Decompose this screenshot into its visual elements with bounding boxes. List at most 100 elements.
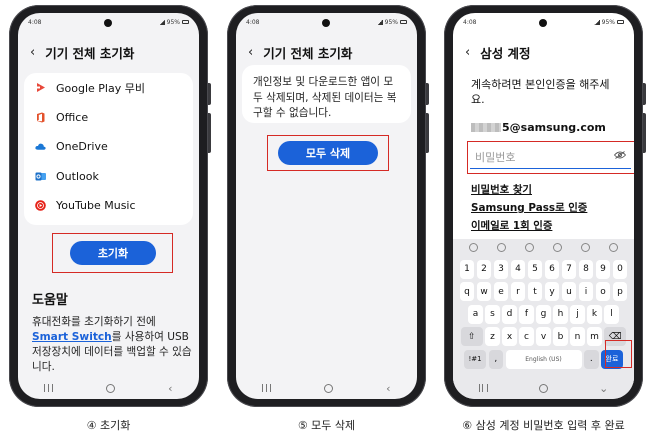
key[interactable]: 5 xyxy=(527,259,543,279)
more-icon[interactable] xyxy=(609,243,619,252)
navigation-bar: ⌄ xyxy=(453,377,634,399)
email-otp-link[interactable]: 이메일로 1회 인증 xyxy=(471,217,552,232)
key[interactable]: e xyxy=(493,282,509,301)
search-icon[interactable] xyxy=(553,243,563,252)
symbols-key[interactable]: !#1 xyxy=(464,349,486,369)
verify-prompt: 계속하려면 본인인증을 해주세요. xyxy=(471,78,610,106)
key[interactable]: z xyxy=(485,327,500,346)
key[interactable]: q xyxy=(459,282,475,301)
home-icon[interactable] xyxy=(538,383,548,393)
key[interactable]: s xyxy=(485,304,500,324)
key[interactable]: i xyxy=(578,282,594,301)
key[interactable]: 3 xyxy=(493,259,509,279)
key[interactable]: w xyxy=(476,282,492,301)
comma-key[interactable]: , xyxy=(488,349,503,369)
camera-hole xyxy=(322,19,330,27)
translate-icon[interactable] xyxy=(581,243,591,252)
recent-apps-icon[interactable] xyxy=(44,384,54,392)
home-icon[interactable] xyxy=(324,383,334,393)
key[interactable]: 4 xyxy=(510,259,526,279)
keyboard-toolbar xyxy=(453,239,634,256)
shift-key[interactable]: ⇧ xyxy=(460,327,483,346)
app-label: Outlook xyxy=(56,169,99,183)
camera-hole xyxy=(104,19,112,27)
header: ‹ 기기 전체 초기화 xyxy=(30,43,189,62)
period-key[interactable]: . xyxy=(584,349,599,369)
key[interactable]: p xyxy=(612,282,628,301)
emoji-icon[interactable] xyxy=(468,243,478,252)
space-key[interactable]: English (US) xyxy=(505,349,582,369)
key[interactable]: 7 xyxy=(561,259,577,279)
key[interactable]: 0 xyxy=(612,259,628,279)
key[interactable]: 9 xyxy=(595,259,611,279)
volume-button xyxy=(208,83,211,105)
header: ‹ 삼성 계정 xyxy=(465,43,624,62)
help-title: 도움말 xyxy=(32,293,68,308)
smart-switch-link[interactable]: Smart Switch xyxy=(32,331,112,343)
key[interactable]: y xyxy=(544,282,560,301)
key[interactable]: o xyxy=(595,282,611,301)
status-battery: 95% xyxy=(601,18,615,26)
key[interactable]: a xyxy=(468,304,483,324)
key[interactable]: c xyxy=(519,327,534,346)
phone-screen: 4:08 95% ‹ 기기 전체 초기화 개인정보 및 다운로드한 앱이 모두 … xyxy=(236,13,417,399)
battery-icon xyxy=(400,20,407,24)
find-password-link[interactable]: 비밀번호 찾기 xyxy=(471,181,532,196)
key[interactable]: b xyxy=(553,327,568,346)
home-icon[interactable] xyxy=(106,383,116,393)
back-arrow-icon[interactable]: ‹ xyxy=(248,46,253,59)
highlight-box xyxy=(467,141,634,174)
volume-button xyxy=(426,83,429,105)
key[interactable]: 8 xyxy=(578,259,594,279)
hide-keyboard-icon[interactable]: ⌄ xyxy=(599,383,608,394)
status-battery: 95% xyxy=(384,18,398,26)
sticker-icon[interactable] xyxy=(496,243,506,252)
masked-id xyxy=(471,123,501,132)
key[interactable]: x xyxy=(502,327,517,346)
settings-icon[interactable] xyxy=(524,243,534,252)
back-arrow-icon[interactable]: ‹ xyxy=(465,46,470,59)
app-list-card: Google Play 무비 Office OneDrive Outlook Y… xyxy=(24,73,193,225)
highlight-box xyxy=(267,135,389,171)
warning-card: 개인정보 및 다운로드한 앱이 모두 삭제되며, 삭제된 데이터는 복구할 수 … xyxy=(242,65,411,123)
status-time: 4:08 xyxy=(28,18,42,26)
recent-apps-icon[interactable] xyxy=(478,384,488,392)
key[interactable]: u xyxy=(561,282,577,301)
highlight-box xyxy=(605,340,632,368)
key[interactable]: n xyxy=(570,327,585,346)
warning-text: 개인정보 및 다운로드한 앱이 모두 삭제되며, 삭제된 데이터는 복구할 수 … xyxy=(253,76,397,119)
key[interactable]: m xyxy=(587,327,602,346)
status-time: 4:08 xyxy=(463,18,477,26)
phone-frame: 4:08 95% ‹ 기기 전체 초기화 Google Play 무비 Offi… xyxy=(9,5,211,407)
key[interactable]: f xyxy=(519,304,534,324)
key[interactable]: v xyxy=(536,327,551,346)
list-item: Outlook xyxy=(24,162,193,192)
samsung-pass-link[interactable]: Samsung Pass로 인증 xyxy=(471,199,587,214)
outlook-icon xyxy=(35,171,46,182)
status-time: 4:08 xyxy=(246,18,260,26)
back-icon[interactable]: ‹ xyxy=(386,383,390,394)
key[interactable]: t xyxy=(527,282,543,301)
signal-icon xyxy=(593,19,600,25)
key[interactable]: h xyxy=(553,304,568,324)
back-arrow-icon[interactable]: ‹ xyxy=(30,46,35,59)
list-item: OneDrive xyxy=(24,132,193,162)
key[interactable]: r xyxy=(510,282,526,301)
app-label: Google Play 무비 xyxy=(56,81,145,95)
page-title: 기기 전체 초기화 xyxy=(45,46,135,61)
key[interactable]: j xyxy=(570,304,585,324)
phone-frame: 4:08 95% ‹ 기기 전체 초기화 개인정보 및 다운로드한 앱이 모두 … xyxy=(227,5,429,407)
back-icon[interactable]: ‹ xyxy=(168,383,172,394)
key[interactable]: g xyxy=(536,304,551,324)
battery-icon xyxy=(617,20,624,24)
key[interactable]: l xyxy=(604,304,619,324)
phone-screen: 4:08 95% ‹ 삼성 계정 계속하려면 본인인증을 해주세요. 5@sam… xyxy=(453,13,634,399)
key[interactable]: k xyxy=(587,304,602,324)
key[interactable]: d xyxy=(502,304,517,324)
key[interactable]: 6 xyxy=(544,259,560,279)
app-label: OneDrive xyxy=(56,140,108,154)
key[interactable]: 2 xyxy=(476,259,492,279)
list-item: Google Play 무비 xyxy=(24,73,193,103)
key[interactable]: 1 xyxy=(459,259,475,279)
recent-apps-icon[interactable] xyxy=(262,384,272,392)
